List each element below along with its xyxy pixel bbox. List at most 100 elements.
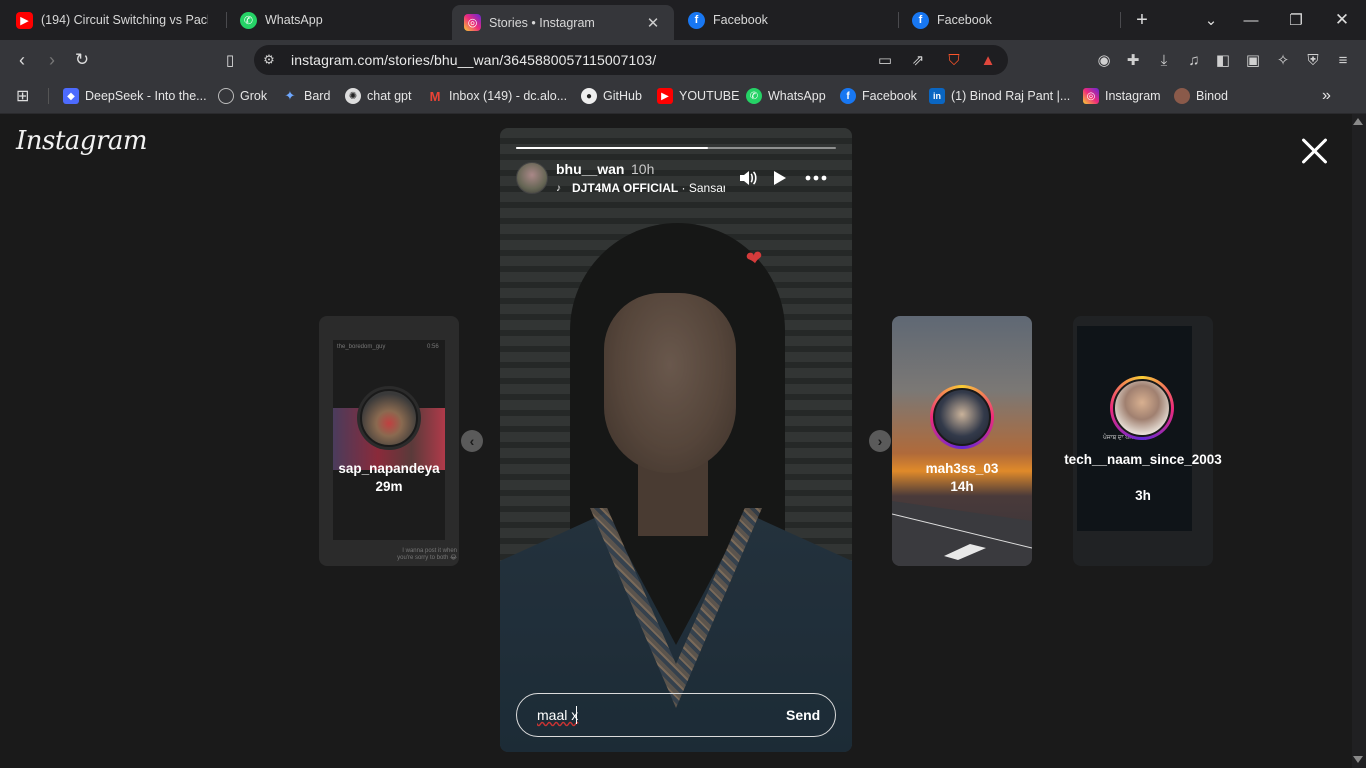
music-artist: DJT4MA OFFICIAL [572,181,679,195]
instagram-icon: ◎ [1083,88,1099,104]
menu-icon[interactable]: ≡ [1332,49,1354,71]
story-time: 14h [950,479,974,494]
story-music-info[interactable]: DJT4MA OFFICIAL · Sansar ( [572,181,725,195]
instagram-logo[interactable]: Instagram [16,126,148,156]
extension-owl-icon[interactable]: ◉ [1093,49,1115,71]
tab-search-chevron-icon[interactable]: ⌄ [1189,0,1233,40]
story-username[interactable]: bhu__wan [556,161,624,177]
bookmark-linkedin[interactable]: in (1) Binod Raj Pant |... [929,86,1070,106]
story-username: sap_napandeya [338,461,440,476]
bookmarks-divider [48,88,49,104]
bookmark-grok[interactable]: Grok [218,86,267,106]
profile-icon [1174,88,1190,104]
bookmark-chatgpt[interactable]: ✺ chat gpt [345,86,411,106]
wallet-icon[interactable]: ▣ [1242,49,1264,71]
bookmark-label: Binod [1196,89,1228,103]
download-icon[interactable]: ⤓ [1153,49,1175,71]
bookmark-facebook[interactable]: f Facebook [840,86,917,106]
facebook-icon: f [912,11,929,29]
scroll-up-arrow-icon[interactable] [1353,118,1363,125]
minimize-button[interactable]: — [1229,0,1273,40]
tab-instagram[interactable]: ◎ Stories • Instagram ✕ [452,5,674,40]
text-caret [576,706,577,724]
gmail-icon: M [429,88,441,104]
avatar [357,386,421,450]
share-icon[interactable]: ⇗ [907,49,929,71]
bookmark-label: DeepSeek - Into the... [85,89,207,103]
bookmark-gmail[interactable]: M Inbox (149) - dc.alo... [427,86,568,106]
tab-separator [226,12,227,28]
story-card-tech-naam[interactable]: ਪੰਜਾਬ ਦਾ ਪੰਜਾਬੀ 💖 [1073,316,1213,566]
volume-icon[interactable] [737,167,759,189]
play-icon[interactable] [769,167,791,189]
tab-whatsapp[interactable]: ✆ WhatsApp [228,0,444,40]
scrollbar[interactable] [1352,114,1366,768]
bookmark-whatsapp[interactable]: ✆ WhatsApp [746,86,826,106]
tab-title: Stories • Instagram [489,15,595,30]
brave-rewards-icon[interactable]: ▲ [977,49,999,71]
tab-title: WhatsApp [265,13,323,27]
youtube-icon: ▶ [657,88,673,104]
tab-title: Facebook [937,13,992,27]
story-username: mah3ss_03 [925,461,999,476]
story-time: 29m [375,479,403,494]
avatar[interactable] [516,162,548,194]
site-settings-icon[interactable]: ⚙ [258,49,280,71]
youtube-icon: ▶ [16,11,33,29]
linkedin-icon: in [929,88,945,104]
bookmark-label: WhatsApp [768,89,826,103]
bookmark-bard[interactable]: ✦ Bard [282,86,331,106]
next-story-chevron-icon[interactable]: › [869,430,891,452]
more-bookmarks-chevron-icon[interactable]: » [1322,86,1331,106]
bookmark-instagram[interactable]: ◎ Instagram [1083,86,1161,106]
tab-title: (194) Circuit Switching vs Packet S [41,13,208,27]
tab-facebook[interactable]: f Facebook [676,0,892,40]
brave-shield-icon[interactable]: ⛉ [943,49,965,71]
facebook-icon: f [688,11,705,29]
close-tab-icon[interactable]: ✕ [644,14,662,32]
reply-input-text[interactable]: maal x [537,707,578,723]
story-overlay [500,128,852,752]
bookmark-label: GitHub [603,89,642,103]
restore-button[interactable]: ❐ [1274,0,1318,40]
scroll-down-arrow-icon[interactable] [1353,756,1363,763]
send-button[interactable]: Send [786,707,820,723]
media-icon[interactable]: ♫ [1183,49,1205,71]
bookmark-label: Grok [240,89,268,103]
bookmark-binod[interactable]: Binod [1174,86,1228,106]
new-tab-button[interactable]: + [1120,0,1164,40]
vpn-icon[interactable]: ⛨ [1302,49,1324,71]
close-window-button[interactable]: ✕ [1320,0,1364,40]
bookmark-icon[interactable]: ▯ [218,48,242,72]
preview-username: the_boredom_guy [337,344,386,350]
story-time: 3h [1135,488,1151,503]
back-button[interactable]: ‹ [10,48,34,72]
github-icon: ● [581,88,597,104]
avatar [1110,376,1174,440]
sidebar-icon[interactable]: ◧ [1212,49,1234,71]
url-text[interactable]: instagram.com/stories/bhu__wan/364588005… [291,52,656,68]
active-story[interactable] [500,128,852,752]
previous-story-chevron-icon[interactable]: ‹ [461,430,483,452]
whatsapp-icon: ✆ [746,88,762,104]
apps-icon[interactable]: ⊞ [16,86,29,106]
bookmark-youtube[interactable]: ▶ YOUTUBE [657,86,739,106]
reload-button[interactable]: ↻ [70,48,94,72]
bookmark-label: Inbox (149) - dc.alo... [449,89,568,103]
whatsapp-icon: ✆ [240,11,257,29]
chatgpt-icon: ✺ [345,88,361,104]
forward-button[interactable]: › [40,48,64,72]
tab-facebook-2[interactable]: f Facebook [900,0,1116,40]
extensions-icon[interactable]: ✚ [1122,49,1144,71]
bookmark-deepseek[interactable]: ◆ DeepSeek - Into the... [63,86,207,106]
cast-icon[interactable]: ▭ [874,49,896,71]
tab-title: Facebook [713,13,768,27]
more-options-icon[interactable] [805,167,827,189]
tab-youtube[interactable]: ▶ (194) Circuit Switching vs Packet S [4,0,220,40]
close-stories-button[interactable] [1300,136,1330,166]
facebook-icon: f [840,88,856,104]
music-note-icon: ♪ [556,183,561,194]
bookmark-github[interactable]: ● GitHub [581,86,642,106]
reply-text-value: maal x [537,707,579,723]
leo-ai-icon[interactable]: ✧ [1272,49,1294,71]
